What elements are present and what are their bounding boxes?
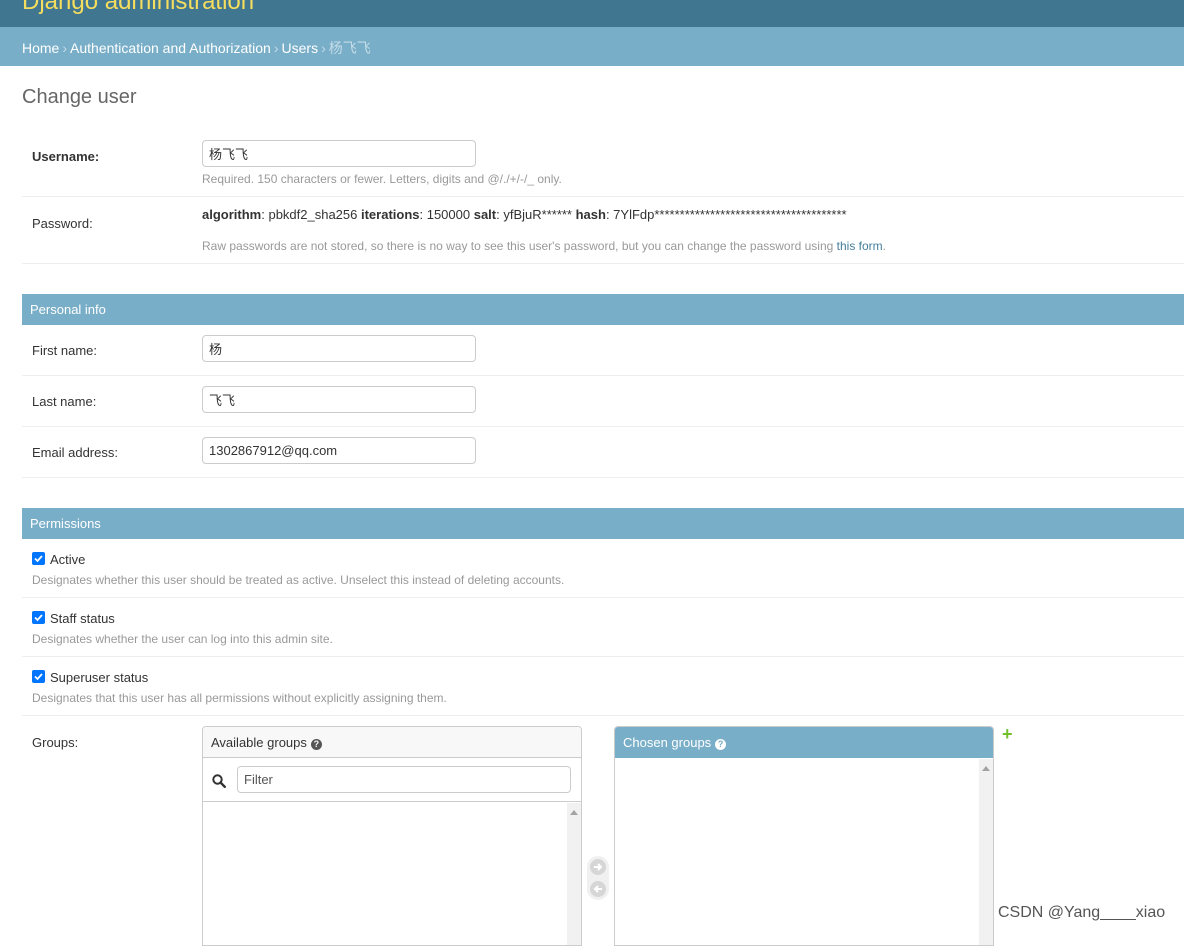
arrow-left-icon: [591, 882, 605, 896]
username-input[interactable]: [202, 140, 476, 167]
staff-help: Designates whether the user can log into…: [32, 632, 333, 646]
password-row: Password: algorithm: pbkdf2_sha256 itera…: [22, 197, 1184, 264]
arrow-right-icon: [591, 860, 605, 874]
scroll-up-icon: [982, 766, 990, 771]
chosen-groups-title-text: Chosen groups: [623, 735, 712, 750]
breadcrumb-current: 杨飞飞: [328, 40, 371, 56]
site-header: Django administration: [0, 0, 1184, 27]
superuser-row: Superuser status Designates that this us…: [22, 657, 1184, 716]
chosen-groups-box: Chosen groups?: [614, 726, 994, 946]
password-hash-summary: algorithm: pbkdf2_sha256 iterations: 150…: [202, 207, 847, 222]
username-label: Username:: [32, 149, 100, 164]
help-icon[interactable]: ?: [715, 739, 727, 750]
password-help: Raw passwords are not stored, so there i…: [202, 239, 886, 253]
available-groups-title-text: Available groups: [211, 735, 307, 750]
first-name-row: First name:: [22, 325, 1184, 376]
groups-row: Groups:: [22, 716, 1184, 933]
available-groups-title: Available groups?: [203, 727, 581, 758]
breadcrumb-model[interactable]: Users: [282, 40, 319, 56]
available-groups-scrollbar[interactable]: [567, 803, 581, 945]
watermark: CSDN @Yang____xiao: [998, 904, 1166, 921]
staff-checkbox[interactable]: [32, 611, 45, 624]
breadcrumb: Home › Authentication and Authorization › Us…: [0, 27, 1184, 66]
site-name[interactable]: Django administration: [22, 0, 254, 16]
password-help-end: .: [882, 239, 886, 253]
username-help: Required. 150 characters or fewer. Lette…: [202, 172, 562, 186]
change-password-link[interactable]: this form: [837, 239, 883, 253]
active-help: Designates whether this user should be t…: [32, 573, 565, 587]
password-salt-label: salt: [473, 207, 497, 222]
superuser-checkbox[interactable]: [32, 670, 45, 683]
password-label: Password:: [32, 216, 93, 231]
last-name-input[interactable]: [202, 386, 476, 413]
breadcrumb-separator: ›: [273, 40, 279, 56]
remove-group-button[interactable]: [590, 881, 606, 897]
password-hash-label: hash: [575, 207, 606, 222]
groups-label: Groups:: [32, 735, 79, 750]
breadcrumb-home[interactable]: Home: [22, 40, 59, 56]
breadcrumb-separator: ›: [321, 40, 326, 56]
add-group-button[interactable]: +: [1002, 724, 1013, 745]
chosen-groups-title: Chosen groups?: [615, 727, 993, 758]
last-name-label: Last name:: [32, 394, 97, 409]
help-icon[interactable]: ?: [310, 739, 322, 750]
password-hash-value: : 7YlFdp********************************…: [605, 207, 847, 222]
checkmark-icon: [34, 614, 43, 622]
active-label[interactable]: Active: [50, 552, 85, 567]
breadcrumb-separator: ›: [62, 40, 68, 56]
choose-group-button[interactable]: [590, 859, 606, 875]
chosen-groups-list[interactable]: [615, 759, 993, 945]
password-iterations-label: iterations: [360, 207, 420, 222]
superuser-label[interactable]: Superuser status: [50, 670, 148, 685]
username-row: Username: Required. 150 characters or fe…: [22, 130, 1184, 197]
email-label: Email address:: [32, 445, 118, 460]
available-groups-box: Available groups?: [202, 726, 582, 946]
staff-row: Staff status Designates whether the user…: [22, 598, 1184, 657]
chosen-groups-scrollbar[interactable]: [979, 759, 993, 945]
checkmark-icon: [34, 673, 43, 681]
email-row: Email address:: [22, 427, 1184, 478]
password-algorithm-label: algorithm: [202, 207, 262, 222]
password-help-text: Raw passwords are not stored, so there i…: [202, 239, 837, 253]
first-name-input[interactable]: [202, 335, 476, 362]
available-groups-list[interactable]: [203, 803, 581, 945]
page-title: Change user: [22, 86, 137, 108]
staff-label[interactable]: Staff status: [50, 611, 115, 626]
last-name-row: Last name:: [22, 376, 1184, 427]
personal-info-heading: Personal info: [22, 294, 1184, 325]
permissions-heading: Permissions: [22, 508, 1184, 539]
groups-filter-input[interactable]: [237, 766, 571, 793]
password-iterations-value: : 150000: [419, 207, 474, 222]
password-algorithm-value: : pbkdf2_sha256: [261, 207, 361, 222]
checkmark-icon: [34, 555, 43, 563]
password-salt-value: : yfBjuR******: [496, 207, 576, 222]
search-icon: [212, 774, 226, 788]
superuser-help: Designates that this user has all permis…: [32, 691, 447, 705]
active-row: Active Designates whether this user shou…: [22, 539, 1184, 598]
first-name-label: First name:: [32, 343, 98, 358]
email-input[interactable]: [202, 437, 476, 464]
breadcrumb-app[interactable]: Authentication and Authorization: [70, 40, 271, 56]
scroll-up-icon: [570, 810, 578, 815]
active-checkbox[interactable]: [32, 552, 45, 565]
filter-area: [203, 758, 581, 802]
